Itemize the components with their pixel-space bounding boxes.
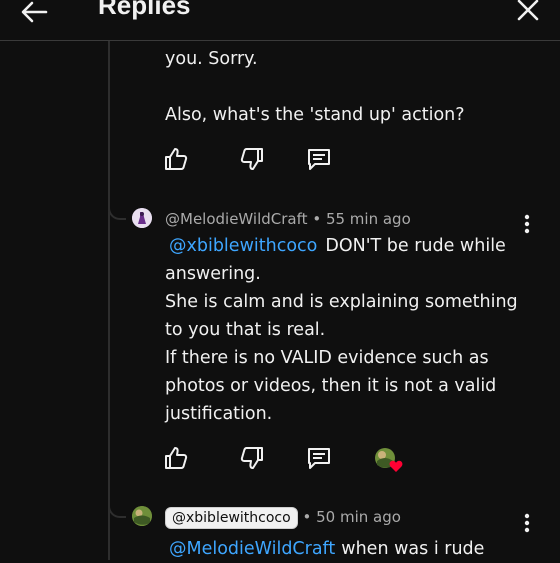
- thumbs-up-icon: [165, 148, 188, 170]
- reply-button[interactable]: [305, 444, 333, 472]
- comment-text-line: you. Sorry.: [165, 49, 258, 69]
- dislike-button[interactable]: [238, 145, 266, 173]
- more-vertical-icon: [524, 513, 530, 533]
- avatar[interactable]: [132, 506, 152, 526]
- comment-text-line: justification.: [165, 404, 273, 424]
- mention-link[interactable]: @MelodieWildCraft: [169, 539, 335, 559]
- comment-options-button[interactable]: [518, 511, 536, 535]
- comment-text-line: If there is no VALID evidence such as: [165, 348, 489, 368]
- comment-text-line: photos or videos, then it is not a valid: [165, 376, 497, 396]
- more-vertical-icon: [524, 214, 530, 234]
- creator-heart-icon: [389, 460, 403, 472]
- close-button[interactable]: [512, 0, 544, 26]
- dislike-button[interactable]: [238, 444, 266, 472]
- meta-separator: •: [302, 508, 312, 526]
- comment-first-line: @xbiblewithcoco DON'T be rude while: [165, 232, 506, 260]
- thread-branch: [108, 204, 126, 220]
- creator-heart-badge: [374, 447, 404, 475]
- replies-header: Replies: [0, 0, 560, 41]
- reply-button[interactable]: [305, 145, 333, 173]
- comment-author[interactable]: @xbiblewithcoco: [165, 507, 298, 529]
- meta-separator: •: [312, 210, 322, 228]
- comment-text: when was i rude: [341, 539, 485, 559]
- comment-first-line: @MelodieWildCraft when was i rude: [165, 535, 484, 563]
- avatar-melodiewildcraft-icon: [132, 208, 152, 228]
- comment-meta: @MelodieWildCraft • 55 min ago: [165, 210, 411, 228]
- comment-time: 50 min ago: [316, 508, 401, 526]
- comment-text-line: answering.: [165, 264, 261, 284]
- close-icon: [517, 0, 539, 21]
- thumbs-up-icon: [165, 447, 188, 469]
- reply-comment-icon: [308, 149, 330, 170]
- back-arrow-icon: [21, 1, 48, 23]
- like-button[interactable]: [162, 444, 190, 472]
- comment-text: DON'T be rude while: [325, 236, 506, 256]
- comment-time: 55 min ago: [325, 210, 411, 228]
- comment-text-line: to you that is real.: [165, 320, 326, 340]
- thread-line: [108, 41, 110, 560]
- thumbs-down-icon: [240, 447, 263, 469]
- mention-link[interactable]: @xbiblewithcoco: [169, 236, 317, 256]
- thread-branch: [108, 502, 126, 518]
- comment-text-line: Also, what's the 'stand up' action?: [165, 105, 465, 125]
- comment-meta: @xbiblewithcoco • 50 min ago: [165, 507, 401, 529]
- thumbs-down-icon: [240, 148, 263, 170]
- like-button[interactable]: [162, 145, 190, 173]
- comment-author[interactable]: @MelodieWildCraft: [165, 210, 308, 228]
- avatar-xbiblewithcoco-icon: [132, 506, 152, 526]
- comment-text-line: She is calm and is explaining something: [165, 292, 518, 312]
- reply-comment-icon: [308, 448, 330, 469]
- comment-options-button[interactable]: [518, 212, 536, 236]
- avatar[interactable]: [132, 208, 152, 228]
- back-button[interactable]: [16, 0, 52, 30]
- page-title: Replies: [98, 0, 191, 20]
